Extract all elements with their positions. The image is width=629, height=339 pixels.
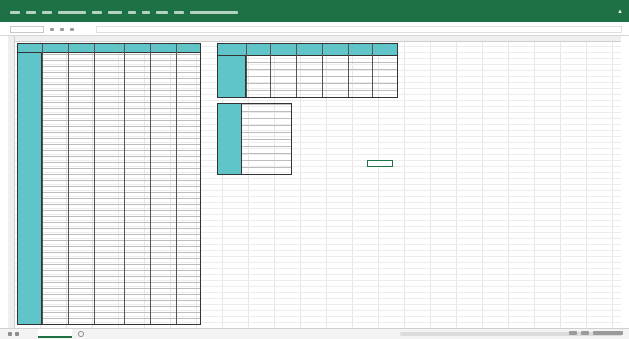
ribbon-tab-home[interactable] <box>26 11 36 14</box>
ribbon-tab-developer[interactable] <box>156 11 168 14</box>
page-layout-view-icon[interactable] <box>581 331 589 335</box>
column-divider <box>124 44 125 324</box>
ribbon-tab-formulas[interactable] <box>92 11 102 14</box>
summary-table-key-column[interactable] <box>218 56 246 97</box>
formula-bar <box>0 22 629 36</box>
data-table[interactable] <box>17 43 201 325</box>
column-divider <box>322 44 323 97</box>
summary-table[interactable] <box>217 43 398 98</box>
ribbon-tab-page-layout[interactable] <box>58 11 86 14</box>
formula-input[interactable] <box>96 26 622 33</box>
column-divider <box>348 44 349 97</box>
column-divider <box>176 44 177 324</box>
status-bar-controls <box>543 331 623 337</box>
sheet-navigation <box>8 332 30 337</box>
ribbon-tab-view[interactable] <box>142 11 150 14</box>
ribbon-tab-data[interactable] <box>108 11 122 14</box>
parameters-table-rows[interactable] <box>242 104 291 174</box>
formula-actions <box>50 26 90 33</box>
row-headers[interactable] <box>8 36 15 328</box>
prev-sheet-icon[interactable] <box>8 332 12 336</box>
summary-table-header[interactable] <box>218 44 397 56</box>
active-cell[interactable] <box>367 160 393 167</box>
normal-view-icon[interactable] <box>569 331 577 335</box>
column-divider <box>372 44 373 97</box>
name-box[interactable] <box>10 26 44 33</box>
ribbon-tab-help[interactable] <box>174 11 184 14</box>
ribbon-bar: ▲ <box>0 0 629 22</box>
column-divider <box>246 44 247 97</box>
parameters-table[interactable] <box>217 103 292 175</box>
next-sheet-icon[interactable] <box>15 332 19 336</box>
enter-icon[interactable] <box>60 28 64 31</box>
parameters-table-key-column[interactable] <box>218 104 242 174</box>
ribbon-tab-strip <box>10 11 238 17</box>
add-sheet-icon[interactable] <box>78 331 84 337</box>
ribbon-tab-file[interactable] <box>10 11 20 14</box>
column-divider <box>296 44 297 97</box>
cancel-icon[interactable] <box>50 28 54 31</box>
sheet-tab-active[interactable] <box>38 329 72 338</box>
spreadsheet-window: ▲ <box>0 0 629 339</box>
zoom-slider[interactable] <box>593 331 623 335</box>
ribbon-tab-insert[interactable] <box>42 11 52 14</box>
share-icon[interactable]: ▲ <box>617 9 623 15</box>
function-icon[interactable] <box>70 28 74 31</box>
data-table-key-column[interactable] <box>18 53 42 324</box>
ribbon-tell-me-search[interactable] <box>190 11 238 14</box>
column-divider <box>270 44 271 97</box>
column-divider <box>94 44 95 324</box>
ribbon-tab-review[interactable] <box>128 11 136 14</box>
data-table-header[interactable] <box>18 44 200 53</box>
sheet-tab-bar <box>0 328 629 339</box>
column-divider <box>42 44 43 324</box>
column-divider <box>68 44 69 324</box>
column-divider <box>150 44 151 324</box>
worksheet-grid[interactable] <box>8 36 621 328</box>
